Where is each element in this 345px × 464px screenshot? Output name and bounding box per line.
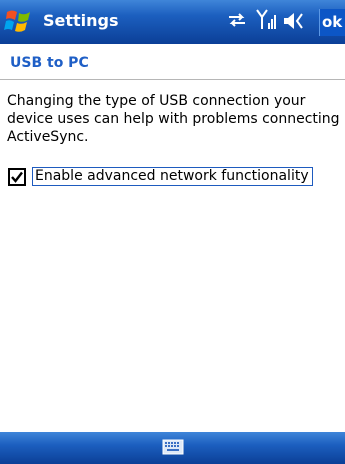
- ok-button[interactable]: ok: [319, 9, 345, 36]
- window-title: Settings: [43, 11, 119, 30]
- bottom-bar: [0, 432, 345, 464]
- checkmark-icon: [11, 171, 23, 183]
- connectivity-icon[interactable]: [226, 11, 248, 29]
- keyboard-icon[interactable]: [162, 438, 184, 456]
- description-text: Changing the type of USB connection your…: [7, 93, 340, 145]
- windows-start-icon[interactable]: [3, 6, 35, 36]
- page-header: USB to PC: [0, 44, 345, 80]
- advanced-network-checkbox[interactable]: [8, 168, 26, 186]
- speaker-icon[interactable]: [282, 10, 306, 32]
- page-title: USB to PC: [10, 55, 89, 71]
- advanced-network-label[interactable]: Enable advanced network functionality: [32, 167, 313, 186]
- title-bar: Settings ok: [0, 0, 345, 44]
- signal-strength-icon[interactable]: [256, 8, 278, 32]
